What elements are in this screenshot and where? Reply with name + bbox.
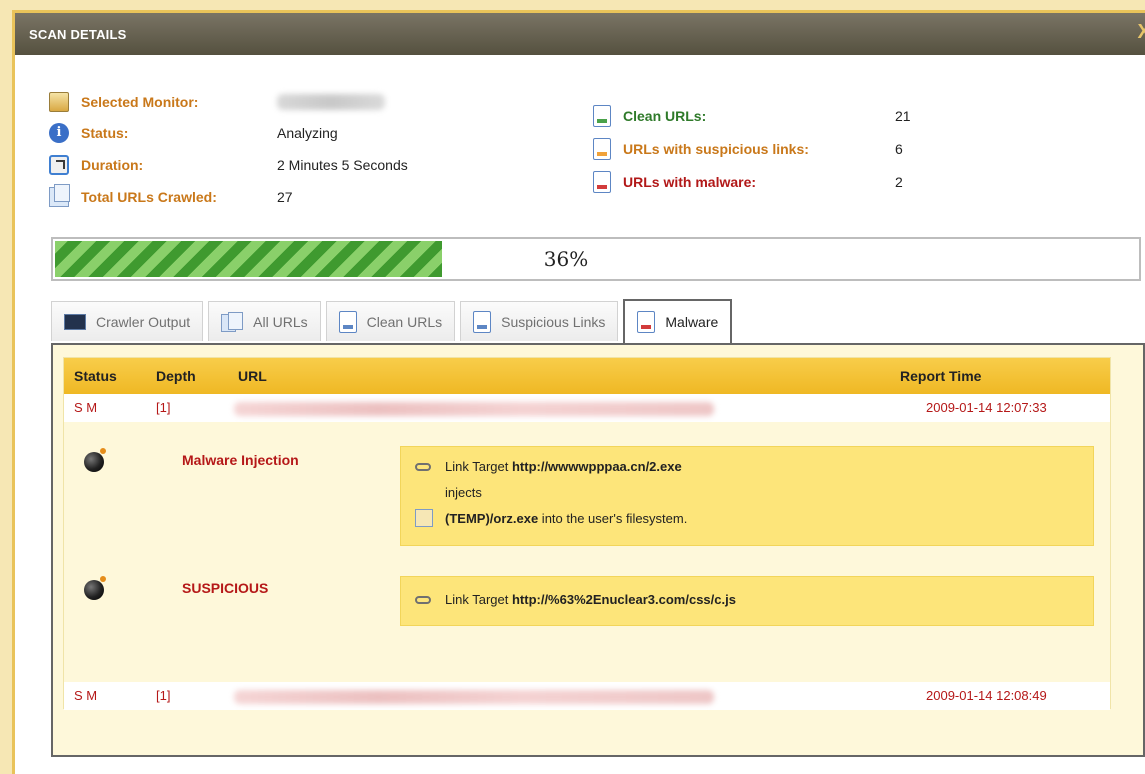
file-path: (TEMP)/orz.exe — [445, 510, 539, 526]
duration-value: 2 Minutes 5 Seconds — [277, 157, 408, 173]
duration-row: Duration: — [49, 152, 143, 178]
row-status: S M — [74, 688, 98, 703]
tab-suspicious-links[interactable]: Suspicious Links — [460, 301, 619, 341]
file-icon — [415, 509, 433, 527]
link-icon — [415, 595, 431, 604]
suspicious-row: URLs with suspicious links: — [593, 136, 809, 162]
link-icon — [415, 462, 431, 471]
pages-icon — [49, 184, 70, 207]
document-icon — [593, 171, 611, 193]
malware-label: URLs with malware: — [623, 174, 757, 190]
threat-type: Malware Injection — [182, 452, 299, 468]
total-urls-row: Total URLs Crawled: — [49, 184, 217, 210]
link-url[interactable]: http://%63%2Enuclear3.com/css/c.js — [512, 592, 736, 607]
malware-panel: Status Depth URL Report Time S M [1] 200… — [51, 343, 1145, 757]
link-prefix: Link Target — [445, 459, 512, 474]
link-url[interactable]: http://wwwwpppaa.cn/2.exe — [512, 459, 682, 474]
window-title: SCAN DETAILS — [29, 26, 127, 42]
table-row[interactable]: S M [1] 2009-01-14 12:07:33 — [64, 394, 1110, 422]
document-icon — [473, 310, 492, 333]
row-status: S M — [74, 400, 98, 415]
selected-monitor-row: Selected Monitor: — [49, 89, 198, 115]
row-depth: [1] — [156, 400, 171, 415]
malware-row: URLs with malware: — [593, 169, 756, 195]
column-header-url[interactable]: URL — [238, 368, 267, 384]
clean-urls-label: Clean URLs: — [623, 108, 707, 124]
close-icon[interactable]: X — [1137, 21, 1145, 44]
clock-icon — [49, 155, 69, 175]
row-url-redacted — [234, 690, 714, 704]
tab-crawler-output[interactable]: Crawler Output — [51, 301, 204, 341]
total-urls-value: 27 — [277, 189, 293, 205]
tab-clean-urls[interactable]: Clean URLs — [325, 301, 456, 341]
document-icon — [593, 138, 611, 160]
row-depth: [1] — [156, 688, 171, 703]
threat-detail-box: Link Target http://%63%2Enuclear3.com/cs… — [400, 576, 1094, 626]
column-header-status[interactable]: Status — [74, 368, 117, 384]
grid-header: Status Depth URL Report Time — [64, 358, 1110, 394]
suspicious-label: URLs with suspicious links: — [623, 141, 809, 157]
selected-monitor-label: Selected Monitor: — [81, 94, 199, 110]
status-value: Analyzing — [277, 125, 338, 141]
title-bar: SCAN DETAILS X — [15, 13, 1145, 55]
tab-label: Malware — [665, 314, 719, 330]
column-header-depth[interactable]: Depth — [156, 368, 196, 384]
tab-label: Suspicious Links — [501, 313, 606, 330]
result-tabs: Crawler Output All URLs Clean URLs Suspi… — [51, 299, 737, 343]
malware-value: 2 — [895, 174, 903, 190]
status-row: i Status: — [49, 120, 128, 146]
suspicious-value: 6 — [895, 141, 903, 157]
results-grid: Status Depth URL Report Time S M [1] 200… — [63, 357, 1111, 710]
link-prefix: Link Target — [445, 592, 512, 607]
tab-all-urls[interactable]: All URLs — [208, 301, 321, 341]
clean-urls-row: Clean URLs: — [593, 103, 706, 129]
injects-text: injects — [445, 485, 482, 500]
row-report-time: 2009-01-14 12:07:33 — [926, 400, 1047, 415]
column-header-report-time[interactable]: Report Time — [900, 368, 981, 384]
scan-summary: Selected Monitor: i Status: Analyzing Du… — [15, 55, 1145, 235]
tab-label: All URLs — [253, 313, 308, 330]
table-row[interactable]: S M [1] 2009-01-14 12:08:49 — [64, 682, 1110, 710]
file-suffix: into the user's filesystem. — [538, 510, 688, 526]
threat-detail: Malware Injection Link Target http://www… — [64, 422, 1110, 556]
link-target-line: Link Target http://%63%2Enuclear3.com/cs… — [415, 592, 736, 607]
row-url-redacted — [234, 402, 714, 416]
selected-monitor-value-redacted — [277, 94, 385, 110]
pages-icon — [221, 311, 244, 332]
total-urls-label: Total URLs Crawled: — [81, 189, 217, 205]
monitor-icon — [49, 92, 69, 112]
clean-urls-value: 21 — [895, 108, 911, 124]
tab-label: Clean URLs — [366, 313, 443, 330]
threat-detail: SUSPICIOUS Link Target http://%63%2Enucl… — [64, 556, 1110, 636]
link-target-line: Link Target http://wwwwpppaa.cn/2.exe — [415, 459, 682, 474]
injects-line: injects — [445, 485, 482, 500]
info-icon: i — [49, 123, 69, 143]
progress-percent: 36% — [543, 247, 589, 271]
scan-progress-bar: 36% — [51, 237, 1141, 281]
bomb-icon — [84, 576, 106, 600]
tab-malware[interactable]: Malware — [623, 299, 733, 343]
status-label: Status: — [81, 125, 129, 141]
file-line: (TEMP)/orz.exe into the user's filesyste… — [415, 509, 687, 527]
terminal-icon — [64, 313, 86, 330]
bomb-icon — [84, 448, 106, 472]
threat-type: SUSPICIOUS — [182, 580, 269, 596]
tab-label: Crawler Output — [96, 313, 191, 330]
document-icon — [338, 310, 357, 333]
document-icon — [593, 105, 611, 127]
row-report-time: 2009-01-14 12:08:49 — [926, 688, 1047, 703]
threat-detail-box: Link Target http://wwwwpppaa.cn/2.exe in… — [400, 446, 1094, 546]
duration-label: Duration: — [81, 157, 144, 173]
scan-details-window: SCAN DETAILS X Selected Monitor: i Statu… — [12, 10, 1145, 774]
document-icon — [637, 311, 656, 333]
